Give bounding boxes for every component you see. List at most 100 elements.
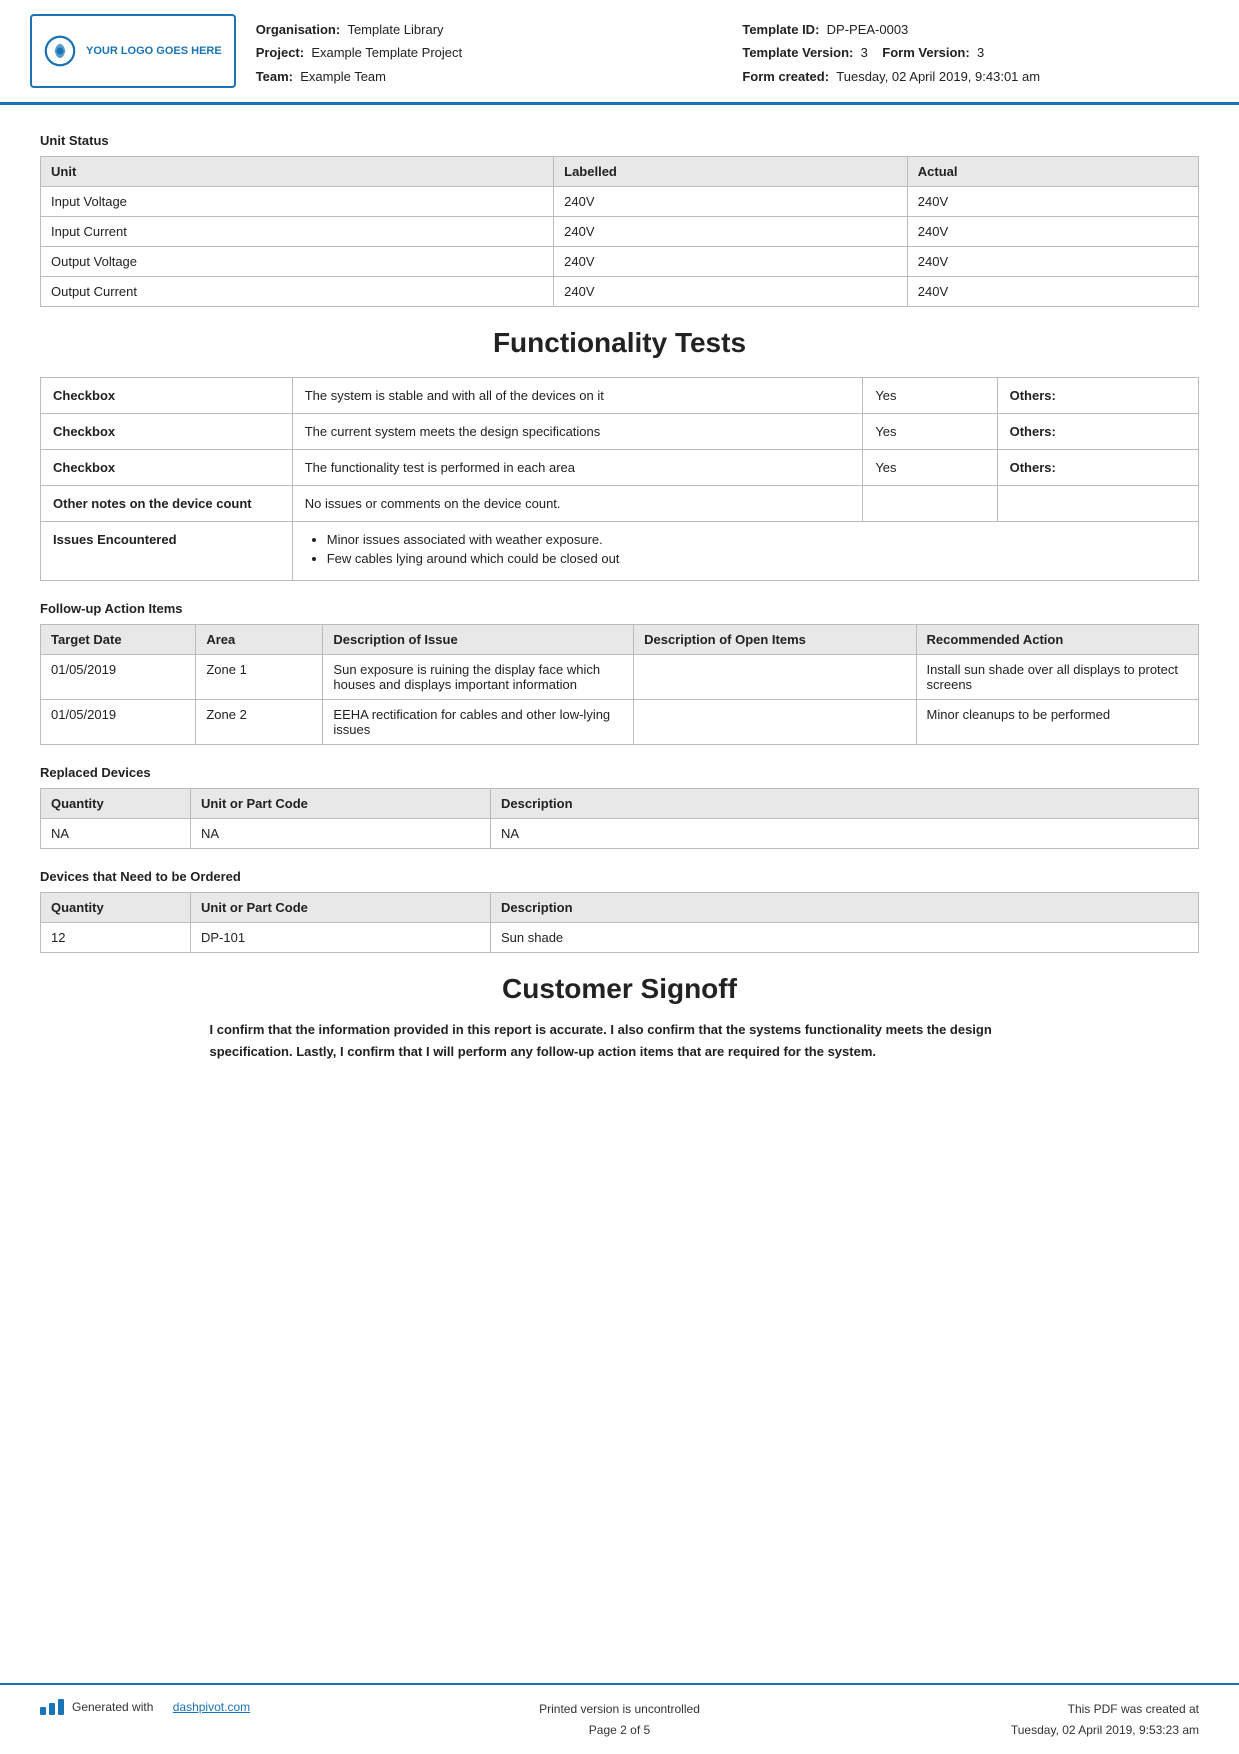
part-code-col-header: Unit or Part Code xyxy=(191,789,491,819)
table-row: Output Current240V240V xyxy=(41,277,1199,307)
func-value: Yes xyxy=(863,450,997,486)
list-item: 240V xyxy=(554,277,908,307)
template-id-label: Template ID: xyxy=(742,22,819,37)
quantity2-col-header: Quantity xyxy=(41,893,191,923)
list-item xyxy=(634,700,916,745)
signoff-text: I confirm that the information provided … xyxy=(210,1019,1030,1063)
devices-order-title: Devices that Need to be Ordered xyxy=(40,869,1199,884)
list-item: 240V xyxy=(907,247,1198,277)
table-row: NANANA xyxy=(41,819,1199,849)
generated-text: Generated with xyxy=(72,1700,153,1714)
functionality-table: CheckboxThe system is stable and with al… xyxy=(40,377,1199,581)
unit-status-table: Unit Labelled Actual Input Voltage240V24… xyxy=(40,156,1199,307)
header: YOUR LOGO GOES HERE Organisation: Templa… xyxy=(0,0,1239,105)
func-label: Checkbox xyxy=(41,450,293,486)
description-col-header: Description xyxy=(491,789,1199,819)
list-item: Install sun shade over all displays to p… xyxy=(916,655,1198,700)
list-item: Input Current xyxy=(41,217,554,247)
desc-open-col-header: Description of Open Items xyxy=(634,625,916,655)
functionality-row: CheckboxThe system is stable and with al… xyxy=(41,378,1199,414)
functionality-title: Functionality Tests xyxy=(40,327,1199,359)
project-value: Example Template Project xyxy=(311,45,462,60)
list-item: 01/05/2019 xyxy=(41,655,196,700)
func-label: Checkbox xyxy=(41,378,293,414)
list-item: 12 xyxy=(41,923,191,953)
logo-block: YOUR LOGO GOES HERE xyxy=(30,14,236,88)
template-version-label: Template Version: xyxy=(742,45,853,60)
list-item: Output Voltage xyxy=(41,247,554,277)
list-item: Minor issues associated with weather exp… xyxy=(327,532,1186,547)
footer-page-number: Page 2 of 5 xyxy=(290,1720,949,1740)
header-meta-left: Organisation: Template Library Project: … xyxy=(256,18,713,88)
footer-left: Generated with dashpivot.com xyxy=(40,1699,260,1715)
list-item: Zone 1 xyxy=(196,655,323,700)
page: YOUR LOGO GOES HERE Organisation: Templa… xyxy=(0,0,1239,1754)
replaced-devices-title: Replaced Devices xyxy=(40,765,1199,780)
list-item: EEHA rectification for cables and other … xyxy=(323,700,634,745)
list-item: Few cables lying around which could be c… xyxy=(327,551,1186,566)
list-item: Sun exposure is ruining the display face… xyxy=(323,655,634,700)
form-version-value: 3 xyxy=(977,45,984,60)
target-date-col-header: Target Date xyxy=(41,625,196,655)
project-label: Project: xyxy=(256,45,304,60)
func-others: Others: xyxy=(997,450,1198,486)
unit-status-title: Unit Status xyxy=(40,133,1199,148)
func-value: Yes xyxy=(863,414,997,450)
header-meta-right: Template ID: DP-PEA-0003 Template Versio… xyxy=(742,18,1199,88)
versions-line: Template Version: 3 Form Version: 3 xyxy=(742,41,1199,64)
list-item: Zone 2 xyxy=(196,700,323,745)
team-line: Team: Example Team xyxy=(256,65,713,88)
footer-right-line1: This PDF was created at xyxy=(979,1699,1199,1719)
devices-order-header-row: Quantity Unit or Part Code Description xyxy=(41,893,1199,923)
template-id-value: DP-PEA-0003 xyxy=(827,22,909,37)
func-others: Others: xyxy=(997,378,1198,414)
signoff-title: Customer Signoff xyxy=(40,973,1199,1005)
list-item: Sun shade xyxy=(491,923,1199,953)
func-label: Checkbox xyxy=(41,414,293,450)
functionality-row: CheckboxThe functionality test is perfor… xyxy=(41,450,1199,486)
team-value: Example Team xyxy=(300,69,386,84)
template-version-value: 3 xyxy=(861,45,868,60)
actual-col-header: Actual xyxy=(907,157,1198,187)
func-others xyxy=(997,486,1198,522)
functionality-row: Issues Encountered Minor issues associate… xyxy=(41,522,1199,581)
labelled-col-header: Labelled xyxy=(554,157,908,187)
func-description: The current system meets the design spec… xyxy=(292,414,863,450)
func-value: Yes xyxy=(863,378,997,414)
list-item: 240V xyxy=(554,187,908,217)
list-item: 240V xyxy=(554,247,908,277)
devices-order-table: Quantity Unit or Part Code Description 1… xyxy=(40,892,1199,953)
table-row: Input Current240V240V xyxy=(41,217,1199,247)
desc-issue-col-header: Description of Issue xyxy=(323,625,634,655)
list-item: 240V xyxy=(907,217,1198,247)
team-label: Team: xyxy=(256,69,293,84)
list-item: NA xyxy=(191,819,491,849)
follow-up-table: Target Date Area Description of Issue De… xyxy=(40,624,1199,745)
org-line: Organisation: Template Library xyxy=(256,18,713,41)
functionality-row: CheckboxThe current system meets the des… xyxy=(41,414,1199,450)
form-created-line: Form created: Tuesday, 02 April 2019, 9:… xyxy=(742,65,1199,88)
logo-text: YOUR LOGO GOES HERE xyxy=(86,44,222,58)
list-item: Input Voltage xyxy=(41,187,554,217)
func-label: Issues Encountered xyxy=(41,522,293,581)
dashpivot-link[interactable]: dashpivot.com xyxy=(173,1700,250,1714)
org-label: Organisation: xyxy=(256,22,341,37)
table-row: 12DP-101Sun shade xyxy=(41,923,1199,953)
footer-center: Printed version is uncontrolled Page 2 o… xyxy=(290,1699,949,1740)
quantity-col-header: Quantity xyxy=(41,789,191,819)
table-row: 01/05/2019Zone 1Sun exposure is ruining … xyxy=(41,655,1199,700)
table-row: 01/05/2019Zone 2EEHA rectification for c… xyxy=(41,700,1199,745)
footer-center-line1: Printed version is uncontrolled xyxy=(290,1699,949,1719)
form-version-label: Form Version: xyxy=(882,45,969,60)
project-line: Project: Example Template Project xyxy=(256,41,713,64)
list-item: NA xyxy=(491,819,1199,849)
description2-col-header: Description xyxy=(491,893,1199,923)
logo-icon xyxy=(44,35,76,67)
list-item: Output Current xyxy=(41,277,554,307)
list-item: NA xyxy=(41,819,191,849)
follow-up-header-row: Target Date Area Description of Issue De… xyxy=(41,625,1199,655)
footer: Generated with dashpivot.com Printed ver… xyxy=(0,1683,1239,1754)
template-id-line: Template ID: DP-PEA-0003 xyxy=(742,18,1199,41)
form-created-value: Tuesday, 02 April 2019, 9:43:01 am xyxy=(836,69,1040,84)
func-others: Others: xyxy=(997,414,1198,450)
